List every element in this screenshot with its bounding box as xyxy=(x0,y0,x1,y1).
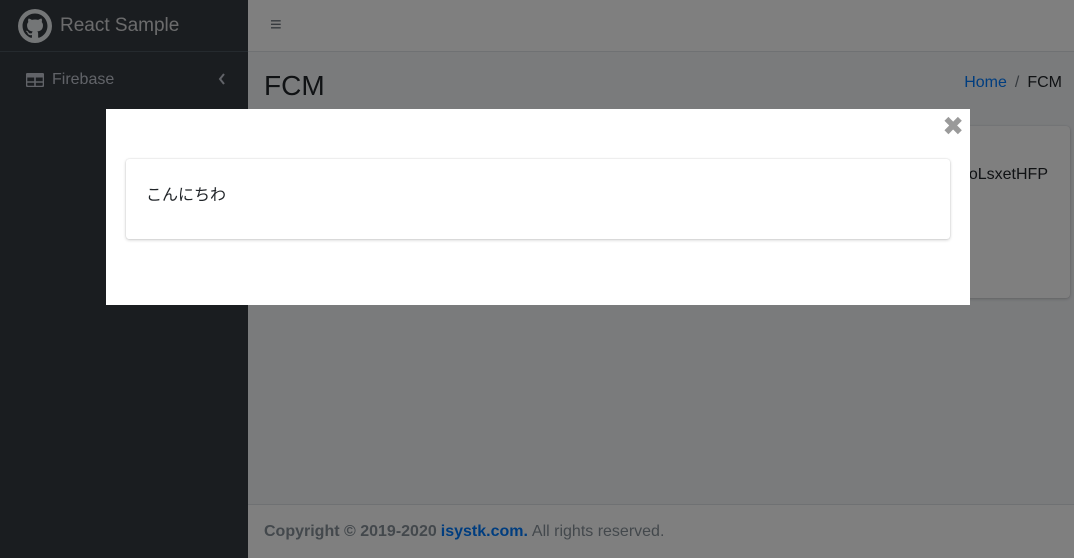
close-icon[interactable]: ✖ xyxy=(942,113,964,139)
modal-dialog: ✖ こんにちわ xyxy=(106,109,970,305)
modal-message-card: こんにちわ xyxy=(126,159,950,239)
modal-message: こんにちわ xyxy=(146,187,227,204)
